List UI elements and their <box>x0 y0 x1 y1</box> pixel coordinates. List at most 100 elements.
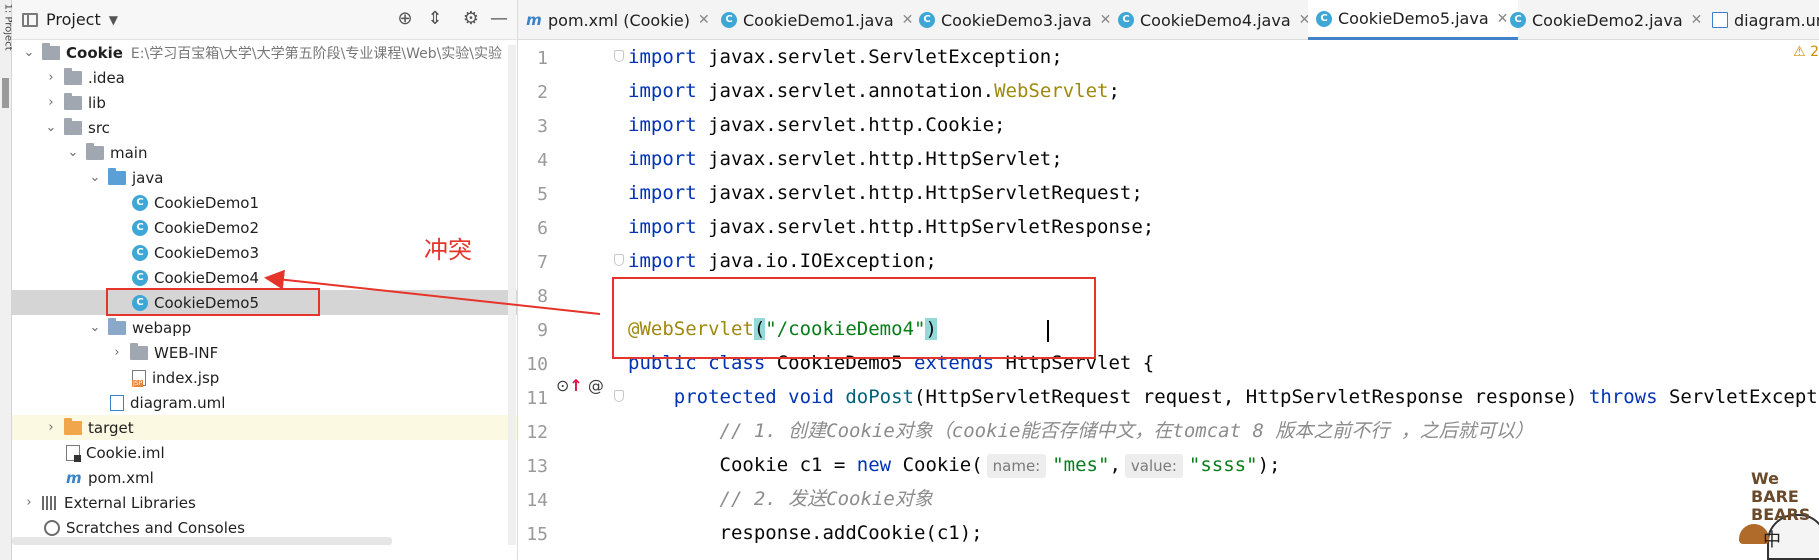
tree-item-diagram-uml[interactable]: diagram.uml <box>12 390 517 415</box>
inspection-warning-indicator[interactable]: ⚠ 2 <box>1793 44 1819 60</box>
tree-item-cookie-iml[interactable]: Cookie.iml <box>12 440 517 465</box>
crosshair-icon[interactable]: ⊕ <box>394 8 416 30</box>
close-icon[interactable]: ✕ <box>902 12 914 28</box>
chevron-right-icon[interactable]: › <box>22 495 36 510</box>
chevron-down-icon[interactable]: ⌄ <box>66 145 80 160</box>
tree-item-lib[interactable]: › lib <box>12 90 517 115</box>
fold-marker[interactable] <box>614 390 624 402</box>
web-folder-icon <box>108 317 126 335</box>
maven-icon: m <box>66 468 82 487</box>
chevron-right-icon[interactable]: › <box>44 420 58 435</box>
tab-label: CookieDemo3.java <box>941 10 1092 30</box>
code-text: java.io.IOException; <box>696 250 937 272</box>
tree-item-index-jsp[interactable]: index.jsp <box>12 365 517 390</box>
tree-item-cookiedemo4[interactable]: C CookieDemo4 <box>12 265 517 290</box>
code-text: , <box>1109 454 1121 476</box>
implementing-method-icon[interactable]: ⊙ <box>556 376 569 395</box>
tree-item-label: pom.xml <box>88 468 154 487</box>
tree-item-pom-xml[interactable]: m pom.xml <box>12 465 517 490</box>
chevron-right-icon[interactable]: › <box>44 70 58 85</box>
close-icon[interactable]: ✕ <box>1497 11 1509 27</box>
tree-item-cookie[interactable]: ⌄ Cookie E:\学习百宝箱\大学\大学第五阶段\专业课程\Web\实验\… <box>12 40 517 65</box>
logo-text: We BARE BEARS <box>1751 469 1811 524</box>
highlight-box-cookiedemo5 <box>106 288 320 316</box>
line-number: 14 <box>526 490 548 511</box>
tab-cookiedemo3[interactable]: C CookieDemo3.java ✕ <box>919 0 1111 40</box>
chevron-down-icon[interactable]: ⌄ <box>88 320 102 335</box>
tab-diagram-uml[interactable]: diagram.uml <box>1712 0 1819 40</box>
tree-item-label: target <box>88 418 134 437</box>
tab-label: CookieDemo1.java <box>743 10 894 30</box>
code-text: javax.servlet.http.HttpServletResponse; <box>696 216 1155 238</box>
chevron-down-icon[interactable]: ⌄ <box>88 170 102 185</box>
tab-cookiedemo5[interactable]: C CookieDemo5.java ✕ <box>1308 0 1519 40</box>
project-tool-marker[interactable] <box>2 78 9 108</box>
tree-item-main[interactable]: ⌄ main <box>12 140 517 165</box>
minimize-icon[interactable]: — <box>488 8 510 30</box>
line-number: 4 <box>537 150 548 171</box>
warning-count: 2 <box>1810 44 1819 60</box>
vertical-scrollbar[interactable] <box>508 45 516 545</box>
code-text: ServletException <box>1668 386 1819 408</box>
editor-tab-bar: m pom.xml (Cookie) ✕ C CookieDemo1.java … <box>518 0 1819 40</box>
tab-label: diagram.uml <box>1734 10 1819 30</box>
tree-item-cookiedemo1[interactable]: C CookieDemo1 <box>12 190 517 215</box>
conflict-annotation-label: 冲突 <box>424 236 472 264</box>
tree-item-label: Scratches and Consoles <box>66 518 245 537</box>
uml-file-icon <box>110 394 124 411</box>
keyword: throws <box>1588 386 1658 408</box>
close-icon[interactable]: ✕ <box>698 12 710 28</box>
tree-item-target[interactable]: › target <box>12 415 517 440</box>
tab-label: CookieDemo2.java <box>1532 10 1683 30</box>
close-icon[interactable]: ✕ <box>1691 12 1703 28</box>
close-icon[interactable]: ✕ <box>1100 12 1112 28</box>
tree-item-label: CookieDemo1 <box>154 193 260 212</box>
fold-marker[interactable] <box>614 50 624 62</box>
tree-item-web-inf[interactable]: › WEB-INF <box>12 340 517 365</box>
code-text: javax.servlet.ServletException; <box>696 46 1063 68</box>
code-line-5: import javax.servlet.http.HttpServletReq… <box>628 176 1143 210</box>
tab-cookiedemo4[interactable]: C CookieDemo4.java ✕ <box>1118 0 1310 40</box>
tree-item-java[interactable]: ⌄ java <box>12 165 517 190</box>
chevron-right-icon[interactable]: › <box>44 95 58 110</box>
java-class-icon: C <box>1510 12 1526 28</box>
line-number: 3 <box>537 116 548 137</box>
code-line-2: import javax.servlet.annotation.WebServl… <box>628 74 1120 108</box>
override-marker[interactable]: ⊙↑ @ <box>556 376 604 395</box>
keyword: import <box>628 46 697 68</box>
code-text: response.addCookie(c1); <box>719 522 983 544</box>
tree-item-src[interactable]: ⌄ src <box>12 115 517 140</box>
tool-window-strip: 1: Project <box>0 0 14 560</box>
code-text: javax.servlet.http.Cookie; <box>696 114 1006 136</box>
tree-item-webapp[interactable]: ⌄ webapp <box>12 315 517 340</box>
code-line-4: import javax.servlet.http.HttpServlet; <box>628 142 1063 176</box>
at-sign-icon[interactable]: @ <box>588 376 604 395</box>
chevron-down-icon[interactable]: ⌄ <box>44 120 58 135</box>
method-name: doPost <box>833 386 914 408</box>
tree-item-external-libraries[interactable]: › External Libraries <box>12 490 517 515</box>
warning-icon: ⚠ <box>1793 44 1806 60</box>
tree-item-label: External Libraries <box>64 493 196 512</box>
java-class-icon: C <box>721 12 737 28</box>
project-panel-header: Project ▼ ⊕ ⇕ ⚙ — <box>12 0 517 40</box>
tree-item-label: webapp <box>132 318 192 337</box>
arrow-up-icon[interactable]: ↑ <box>569 376 582 395</box>
fold-marker[interactable] <box>614 254 624 266</box>
project-view-selector[interactable]: Project ▼ <box>22 10 118 29</box>
tab-cookiedemo1[interactable]: C CookieDemo1.java ✕ <box>721 0 913 40</box>
collapse-all-icon[interactable]: ⇕ <box>424 8 446 30</box>
tree-item-idea[interactable]: › .idea <box>12 65 517 90</box>
folder-icon <box>64 92 82 110</box>
horizontal-scrollbar[interactable] <box>12 537 392 545</box>
module-path: E:\学习百宝箱\大学\大学第五阶段\专业课程\Web\实验\实验 <box>130 45 503 62</box>
tab-pom-xml[interactable]: m pom.xml (Cookie) ✕ <box>526 0 710 40</box>
keyword: new <box>856 454 892 476</box>
tab-cookiedemo2[interactable]: C CookieDemo2.java ✕ <box>1510 0 1702 40</box>
folder-icon <box>86 142 104 160</box>
line-number: 11 <box>526 388 548 409</box>
gear-icon[interactable]: ⚙ <box>460 8 482 30</box>
chevron-down-icon[interactable]: ⌄ <box>22 45 36 60</box>
code-text: Cookie( <box>891 454 983 476</box>
chevron-right-icon[interactable]: › <box>110 345 124 360</box>
